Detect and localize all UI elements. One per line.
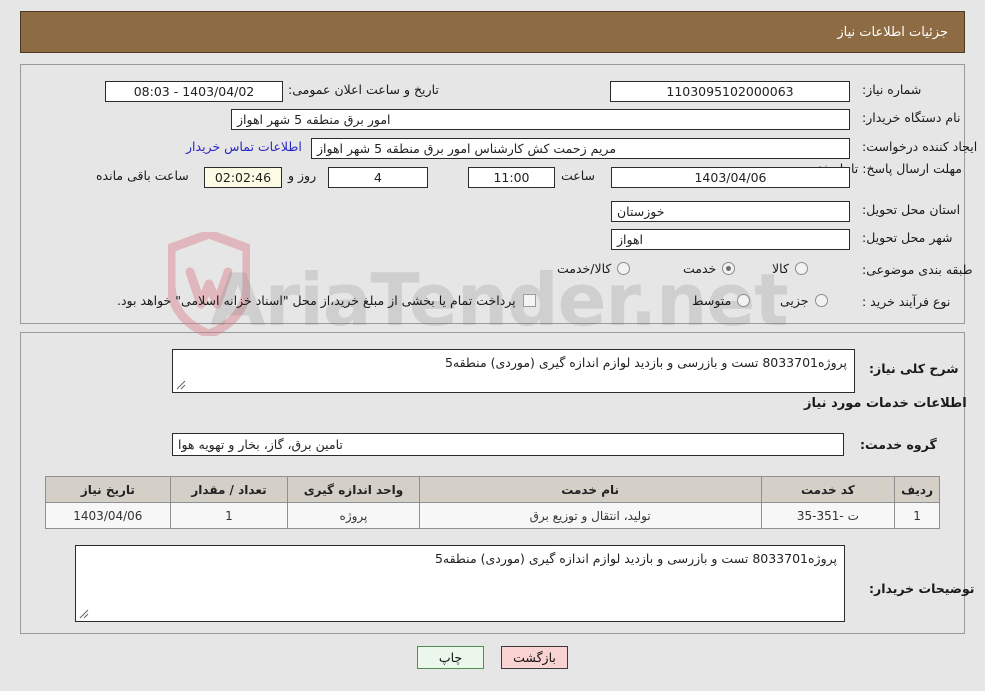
process-option-minor[interactable]: جزیی	[780, 293, 828, 308]
need-number-label: شماره نیاز:	[862, 82, 922, 97]
category-option-goods-service[interactable]: کالا/خدمت	[557, 261, 631, 276]
city-label: شهر محل تحویل:	[862, 230, 953, 245]
cell-date: 1403/04/06	[45, 502, 171, 529]
buyer-notes-value: پروژه8033701 تست و بازرسی و بازدید لوازم…	[434, 551, 837, 566]
province-label: استان محل تحویل:	[862, 202, 961, 217]
deadline-days-label: روز و	[288, 168, 317, 183]
services-heading-wrap: اطلاعات خدمات مورد نیاز	[804, 396, 967, 411]
city-value: اهواز	[611, 229, 850, 250]
buyer-org-label-wrap: نام دستگاه خریدار:	[862, 110, 960, 125]
services-heading: اطلاعات خدمات مورد نیاز	[804, 396, 967, 411]
process-option-minor-label: جزیی	[780, 293, 809, 308]
services-table: ردیف کد خدمت نام خدمت واحد اندازه گیری ت…	[45, 476, 940, 529]
category-label: طبقه بندی موضوعی:	[862, 262, 973, 277]
cell-unit: پروژه	[287, 502, 420, 529]
radio-goods-service-icon[interactable]	[617, 262, 631, 275]
buyer-notes-label-wrap: توضیحات خریدار:	[869, 581, 975, 596]
buyer-notes-textarea[interactable]: پروژه8033701 تست و بازرسی و بازدید لوازم…	[75, 545, 845, 622]
deadline-hour: 11:00	[468, 167, 555, 188]
buyer-notes-label: توضیحات خریدار:	[869, 581, 975, 596]
deadline-days-label-wrap: روز و	[288, 168, 316, 183]
print-button[interactable]: چاپ	[417, 646, 484, 669]
footer-buttons: بازگشت چاپ	[0, 646, 985, 669]
service-group-value: تامین برق، گاز، بخار و تهویه هوا	[172, 433, 844, 456]
deadline-hour-label: ساعت	[561, 168, 596, 183]
process-label-wrap: نوع فرآیند خرید :	[862, 294, 950, 309]
radio-service-icon[interactable]	[722, 262, 736, 275]
category-option-service-label: خدمت	[683, 261, 717, 276]
deadline-timer-label-wrap: ساعت باقی مانده	[96, 168, 189, 183]
announce-value: 08:03 - 1403/04/02	[105, 81, 283, 102]
category-label-wrap: طبقه بندی موضوعی:	[862, 262, 973, 277]
cell-radif: 1	[894, 502, 940, 529]
deadline-date: 1403/04/06	[611, 167, 850, 188]
col-date: تاریخ نیاز	[45, 476, 171, 503]
col-name: نام خدمت	[418, 476, 762, 503]
process-option-medium[interactable]: متوسط	[692, 293, 751, 308]
creator-label-wrap: ایجاد کننده درخواست:	[862, 139, 977, 154]
category-option-goods-label: کالا	[772, 261, 789, 276]
summary-label: شرح کلی نیاز:	[869, 361, 959, 376]
buyer-org-label: نام دستگاه خریدار:	[862, 110, 961, 125]
process-option-medium-label: متوسط	[692, 293, 732, 308]
deadline-timer-label: ساعت باقی مانده	[96, 168, 189, 183]
deadline-timer: 02:02:46	[204, 167, 282, 188]
radio-goods-icon[interactable]	[794, 262, 808, 275]
col-code: کد خدمت	[760, 476, 896, 503]
col-qty: تعداد / مقدار	[169, 476, 289, 503]
cell-qty: 1	[169, 502, 289, 529]
need-number-row: شماره نیاز:	[862, 82, 921, 97]
radio-minor-icon[interactable]	[814, 294, 828, 307]
process-label: نوع فرآیند خرید :	[862, 294, 951, 309]
deadline-days: 4	[328, 167, 428, 188]
summary-textarea[interactable]: پروژه8033701 تست و بازرسی و بازدید لوازم…	[172, 349, 855, 393]
announce-label-wrap: تاریخ و ساعت اعلان عمومی:	[288, 82, 439, 97]
deadline-label-wrap: مهلت ارسال پاسخ: تا تاریخ:	[817, 161, 962, 176]
creator-label: ایجاد کننده درخواست:	[862, 139, 978, 154]
treasury-bond-checkbox-icon[interactable]	[522, 294, 536, 307]
city-label-wrap: شهر محل تحویل:	[862, 230, 952, 245]
back-button[interactable]: بازگشت	[501, 646, 568, 669]
deadline-label: مهلت ارسال پاسخ: تا تاریخ:	[817, 161, 962, 176]
buyer-org-value: امور برق منطقه 5 شهر اهواز	[231, 109, 850, 130]
buyer-contact-link[interactable]: اطلاعات تماس خریدار	[186, 139, 302, 154]
service-group-label-wrap: گروه خدمت:	[860, 437, 937, 452]
resize-grip-icon[interactable]	[175, 379, 187, 391]
category-option-goods-service-label: کالا/خدمت	[557, 261, 612, 276]
resize-grip-icon-notes[interactable]	[78, 608, 90, 620]
need-number-value: 1103095102000063	[610, 81, 850, 102]
province-label-wrap: استان محل تحویل:	[862, 202, 960, 217]
summary-label-wrap: شرح کلی نیاز:	[869, 361, 958, 376]
creator-value: مریم زحمت کش کارشناس امور برق منطقه 5 شه…	[311, 138, 850, 159]
cell-name: تولید، انتقال و توزیع برق	[418, 502, 762, 529]
col-radif: ردیف	[894, 476, 940, 503]
summary-value: پروژه8033701 تست و بازرسی و بازدید لوازم…	[444, 355, 847, 370]
service-group-label: گروه خدمت:	[860, 437, 937, 452]
treasury-bond-checkbox-label: پرداخت تمام یا بخشی از مبلغ خرید،از محل …	[117, 293, 516, 308]
table-row: 1 ت -351-35 تولید، انتقال و توزیع برق پر…	[45, 502, 940, 529]
page-title: جزئیات اطلاعات نیاز	[837, 24, 948, 40]
treasury-bond-checkbox-row[interactable]: پرداخت تمام یا بخشی از مبلغ خرید،از محل …	[117, 293, 536, 308]
category-option-goods[interactable]: کالا	[772, 261, 808, 276]
province-value: خوزستان	[611, 201, 850, 222]
buyer-contact-link-wrap[interactable]: اطلاعات تماس خریدار	[186, 139, 302, 154]
page-title-bar: جزئیات اطلاعات نیاز	[20, 11, 965, 53]
page-root: AriaTender.net جزئیات اطلاعات نیاز شماره…	[0, 0, 985, 691]
category-option-service[interactable]: خدمت	[683, 261, 736, 276]
announce-label: تاریخ و ساعت اعلان عمومی:	[288, 82, 439, 97]
table-header-row: ردیف کد خدمت نام خدمت واحد اندازه گیری ت…	[45, 476, 940, 503]
cell-code: ت -351-35	[760, 502, 896, 529]
need-info-panel	[20, 64, 965, 324]
radio-medium-icon[interactable]	[737, 294, 751, 307]
deadline-hour-label-wrap: ساعت	[561, 168, 595, 183]
col-unit: واحد اندازه گیری	[287, 476, 420, 503]
